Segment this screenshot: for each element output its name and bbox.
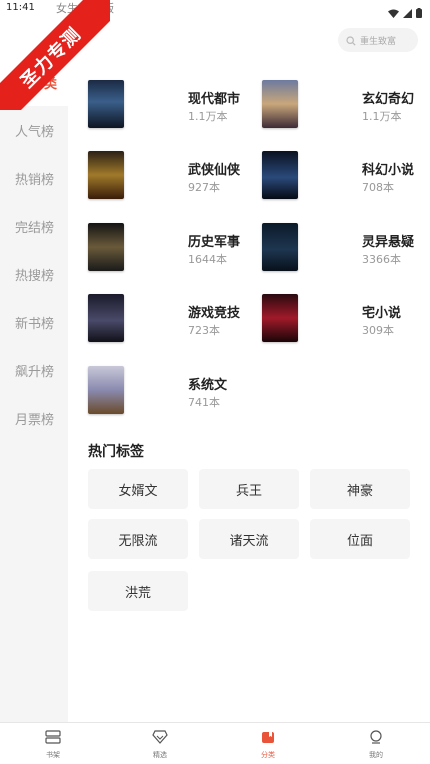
book-cover — [88, 151, 124, 199]
category-count: 708本 — [362, 181, 394, 194]
category-count: 1644本 — [188, 253, 227, 266]
sidebar-item-label: 热销榜 — [15, 172, 55, 188]
wifi-icon — [388, 3, 399, 22]
nav-label: 我的 — [369, 751, 383, 759]
category-count: 309本 — [362, 324, 394, 337]
category-count: 1.1万本 — [362, 110, 402, 123]
book-cover — [88, 366, 124, 414]
category-item[interactable]: 科幻小说 708本 — [262, 151, 430, 203]
book-cover — [88, 223, 124, 271]
tag-button[interactable]: 兵王 — [199, 469, 299, 509]
book-cover — [262, 80, 298, 128]
nav-featured[interactable]: 精选 — [130, 729, 190, 760]
sidebar-item-label: 飙升榜 — [15, 364, 55, 380]
category-icon — [261, 729, 275, 748]
search-placeholder: 重生致富 — [360, 36, 397, 47]
category-name: 游戏竞技 — [188, 306, 241, 321]
category-name: 宅小说 — [362, 306, 402, 321]
bottom-nav: 书架 精选 分类 我的 — [0, 722, 430, 764]
category-name: 现代都市 — [188, 92, 241, 107]
hot-tags-title: 热门标签 — [88, 444, 144, 460]
category-name: 科幻小说 — [362, 163, 415, 178]
category-name: 历史军事 — [188, 235, 241, 250]
category-item[interactable]: 历史军事 1644本 — [88, 223, 258, 275]
tab-publish[interactable]: 出版 — [92, 0, 114, 16]
sidebar-item-label: 人气榜 — [15, 124, 55, 140]
book-cover — [88, 294, 124, 342]
profile-icon — [369, 729, 383, 748]
tag-button[interactable]: 女婿文 — [88, 469, 188, 509]
category-item[interactable]: 玄幻奇幻 1.1万本 — [262, 80, 430, 132]
nav-label: 书架 — [46, 751, 60, 759]
status-icons — [388, 3, 422, 22]
signal-icon — [403, 3, 412, 22]
category-count: 3366本 — [362, 253, 401, 266]
category-item[interactable]: 宅小说 309本 — [262, 294, 430, 346]
nav-category[interactable]: 分类 — [238, 729, 298, 760]
sidebar-item-all-categories[interactable]: 部分类 — [0, 58, 68, 106]
search-input[interactable]: 重生致富 — [338, 28, 418, 52]
category-count: 741本 — [188, 396, 220, 409]
sidebar-item-label: 新书榜 — [15, 316, 55, 332]
sidebar-item-label: 部分类 — [18, 77, 58, 92]
category-name: 玄幻奇幻 — [362, 92, 415, 107]
bookshelf-icon — [45, 729, 61, 748]
book-cover — [262, 223, 298, 271]
sidebar-item-completed[interactable]: 完结榜 — [0, 202, 68, 250]
book-cover — [262, 151, 298, 199]
sidebar-item-hot-search[interactable]: 热搜榜 — [0, 250, 68, 298]
tag-button[interactable]: 无限流 — [88, 519, 188, 559]
category-count: 1.1万本 — [188, 110, 228, 123]
sidebar-item-label: 完结榜 — [15, 220, 55, 236]
tag-button[interactable]: 位面 — [310, 519, 410, 559]
category-name: 系统文 — [188, 378, 228, 393]
tab-female[interactable]: 女生 — [56, 0, 78, 16]
sidebar-item-popular[interactable]: 人气榜 — [0, 106, 68, 154]
nav-bookshelf[interactable]: 书架 — [23, 729, 83, 760]
sidebar-item-rising[interactable]: 飙升榜 — [0, 346, 68, 394]
nav-label: 精选 — [153, 751, 167, 759]
category-count: 723本 — [188, 324, 220, 337]
sidebar: 部分类 人气榜 热销榜 完结榜 热搜榜 新书榜 飙升榜 月票榜 — [0, 58, 68, 722]
nav-profile[interactable]: 我的 — [346, 729, 406, 760]
book-cover — [262, 294, 298, 342]
search-icon — [346, 31, 356, 50]
category-item[interactable]: 现代都市 1.1万本 — [88, 80, 258, 132]
status-time: 11:41 — [6, 2, 35, 13]
category-item[interactable]: 游戏竞技 723本 — [88, 294, 258, 346]
sidebar-item-monthly-ticket[interactable]: 月票榜 — [0, 394, 68, 442]
nav-label: 分类 — [261, 751, 275, 759]
diamond-icon — [152, 729, 168, 748]
tag-button[interactable]: 洪荒 — [88, 571, 188, 611]
category-item[interactable]: 灵异悬疑 3366本 — [262, 223, 430, 275]
sidebar-item-bestseller[interactable]: 热销榜 — [0, 154, 68, 202]
sidebar-item-label: 热搜榜 — [15, 268, 55, 284]
sidebar-item-new-books[interactable]: 新书榜 — [0, 298, 68, 346]
tag-button[interactable]: 神豪 — [310, 469, 410, 509]
battery-icon — [416, 3, 422, 22]
sidebar-item-label: 月票榜 — [15, 412, 55, 428]
category-name: 武侠仙侠 — [188, 163, 241, 178]
tag-button[interactable]: 诸天流 — [199, 519, 299, 559]
book-cover — [88, 80, 124, 128]
category-name: 灵异悬疑 — [362, 235, 415, 250]
category-item[interactable]: 系统文 741本 — [88, 366, 258, 418]
category-count: 927本 — [188, 181, 220, 194]
category-item[interactable]: 武侠仙侠 927本 — [88, 151, 258, 203]
